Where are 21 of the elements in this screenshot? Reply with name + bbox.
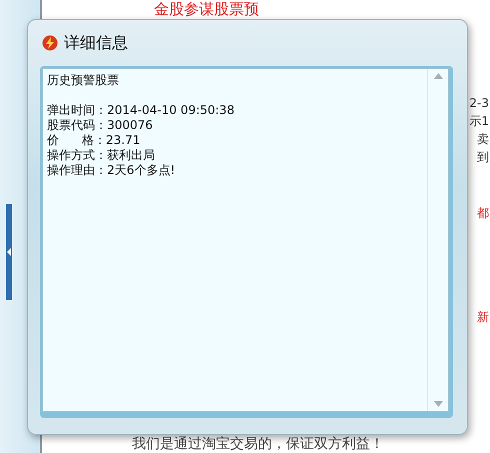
collapse-icon — [7, 248, 11, 256]
page-text: 到 — [477, 149, 489, 165]
detail-line: 操作理由：2天6个多点! — [47, 163, 176, 178]
detail-line: 价 格：23.71 — [47, 133, 142, 148]
side-panel-tab[interactable] — [6, 204, 12, 300]
page-title: 金股参谋股票预 — [154, 0, 260, 18]
detail-line: 股票代码：300076 — [47, 118, 154, 133]
detail-text-area[interactable]: 历史预警股票 弹出时间：2014-04-10 09:50:38 股票代码：300076 价 格：23.71 操作方式：获利出局 操作理由：2天6个多点! — [42, 68, 449, 412]
detail-heading: 历史预警股票 — [47, 73, 120, 88]
scroll-down-icon[interactable] — [434, 401, 442, 407]
dialog-title: 详细信息 — [64, 32, 128, 54]
detail-line: 弹出时间：2014-04-10 09:50:38 — [47, 103, 236, 118]
page-text: 2-3 — [469, 95, 489, 111]
page-text: 新 — [477, 309, 489, 325]
page-text: 示1 — [469, 113, 489, 129]
scroll-up-icon[interactable] — [434, 73, 442, 79]
page-text: 卖 — [477, 131, 489, 147]
lightning-icon — [42, 35, 58, 51]
detail-line: 操作方式：获利出局 — [47, 148, 156, 163]
page-text: 我们是通过淘宝交易的，保证双方利益！ — [132, 436, 384, 452]
page-text: 都 — [477, 205, 489, 221]
